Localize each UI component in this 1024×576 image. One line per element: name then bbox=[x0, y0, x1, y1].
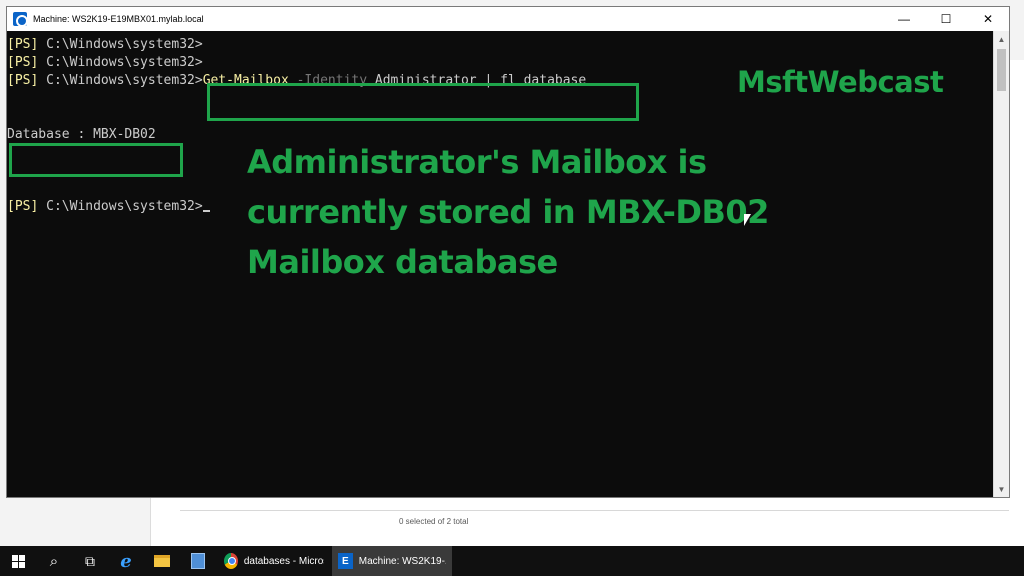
windows-logo-icon bbox=[11, 554, 25, 568]
taskbar: ⌕ ⧉ e databases - Micros... E Machine: W… bbox=[0, 546, 1024, 576]
exchange-icon: E bbox=[338, 553, 353, 569]
title-bar[interactable]: Machine: WS2K19-E19MBX01.mylab.local — ☐… bbox=[7, 7, 1009, 31]
console-line: [PS] C:\Windows\system32> bbox=[7, 55, 203, 70]
scroll-thumb[interactable] bbox=[997, 49, 1006, 91]
prompt-tag: [PS] bbox=[7, 37, 39, 52]
task-view-icon[interactable]: ⧉ bbox=[72, 546, 108, 576]
command-highlight-box bbox=[207, 83, 639, 121]
window-title: Machine: WS2K19-E19MBX01.mylab.local bbox=[33, 14, 204, 24]
prompt-path: C:\Windows\system32> bbox=[38, 199, 203, 214]
file-explorer-icon[interactable] bbox=[144, 546, 180, 576]
prompt-path: C:\Windows\system32> bbox=[38, 55, 203, 70]
server-manager-icon[interactable] bbox=[180, 546, 216, 576]
selection-status: 0 selected of 2 total bbox=[399, 517, 469, 526]
prompt-tag: [PS] bbox=[7, 199, 39, 214]
search-icon[interactable]: ⌕ bbox=[36, 546, 72, 576]
text-cursor bbox=[202, 210, 210, 212]
close-button[interactable]: ✕ bbox=[967, 7, 1009, 31]
internet-explorer-icon[interactable]: e bbox=[108, 546, 144, 576]
prompt-path: C:\Windows\system32> bbox=[38, 37, 203, 52]
scroll-down-arrow-icon[interactable]: ▼ bbox=[994, 481, 1009, 497]
scroll-up-arrow-icon[interactable]: ▲ bbox=[994, 31, 1009, 47]
powershell-app-icon bbox=[13, 12, 28, 27]
background-app-panel bbox=[150, 498, 1024, 546]
start-button[interactable] bbox=[0, 546, 36, 576]
taskbar-item-machine[interactable]: E Machine: WS2K19-... bbox=[332, 546, 452, 576]
taskbar-item-label: databases - Micros... bbox=[243, 555, 324, 567]
console-line: [PS] C:\Windows\system32> bbox=[7, 37, 203, 52]
mouse-pointer-icon bbox=[744, 214, 751, 226]
annotation-message: Administrator's Mailbox is currently sto… bbox=[247, 143, 769, 281]
current-prompt-line[interactable]: [PS] C:\Windows\system32> bbox=[7, 199, 210, 214]
maximize-button[interactable]: ☐ bbox=[925, 7, 967, 31]
background-app-scroll-area bbox=[1009, 60, 1024, 530]
taskbar-item-chrome[interactable]: databases - Micros... bbox=[218, 546, 330, 576]
prompt-gt: > bbox=[194, 73, 203, 88]
vertical-scrollbar[interactable]: ▲ ▼ bbox=[993, 31, 1009, 497]
chrome-icon bbox=[224, 553, 238, 569]
prompt-tag: [PS] bbox=[7, 73, 39, 88]
output-line: Database : MBX-DB02 bbox=[7, 127, 156, 142]
brand-watermark: MsftWebcast bbox=[737, 65, 944, 99]
minimize-button[interactable]: — bbox=[883, 7, 925, 31]
console-window[interactable]: Machine: WS2K19-E19MBX01.mylab.local — ☐… bbox=[6, 6, 1010, 498]
console-output-area[interactable]: [PS] C:\Windows\system32> [PS] C:\Window… bbox=[7, 31, 995, 497]
background-app-divider bbox=[180, 510, 1009, 511]
prompt-tag: [PS] bbox=[7, 55, 39, 70]
taskbar-item-label: Machine: WS2K19-... bbox=[358, 555, 446, 567]
output-highlight-box bbox=[9, 143, 183, 177]
prompt-path: C:\Windows\system32 bbox=[38, 73, 195, 88]
